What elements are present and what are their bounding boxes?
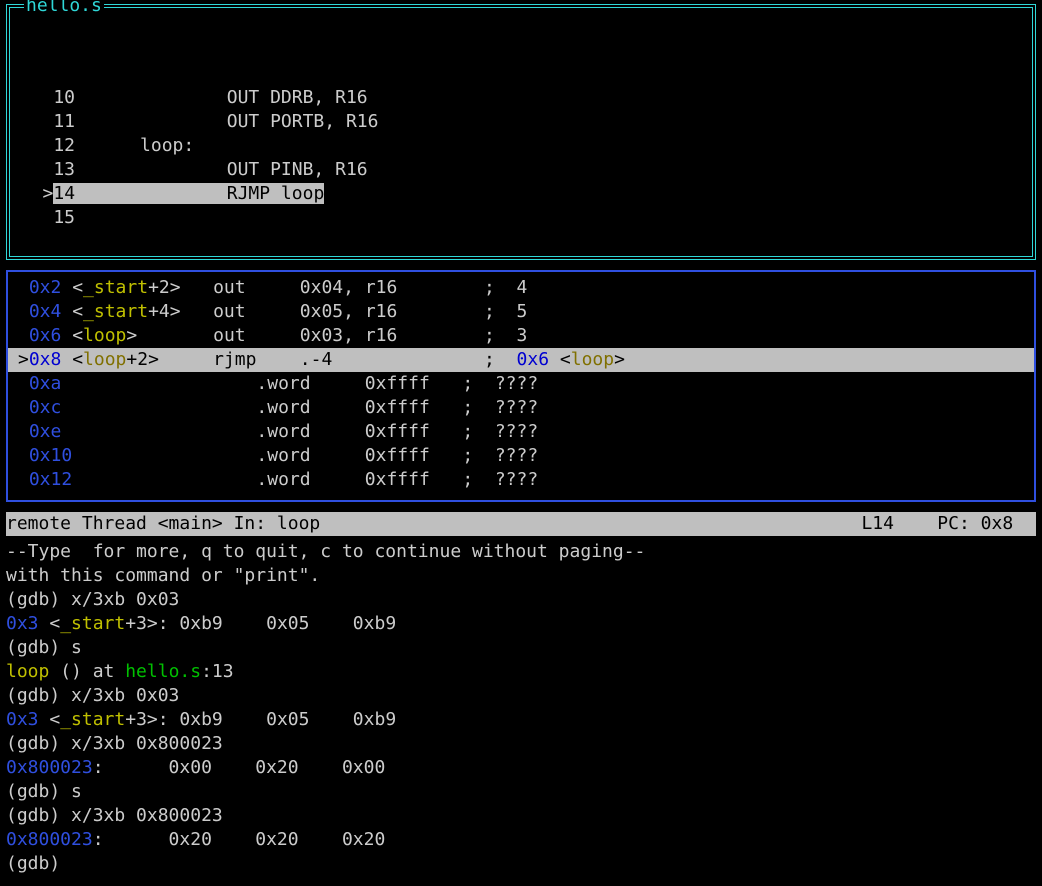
gdb-console[interactable]: --Type for more, q to quit, c to continu… [6, 540, 1036, 876]
source-line: 12 loop: [10, 134, 1032, 158]
disassembly-line: 0xa .word 0xffff ; ???? [8, 372, 1034, 396]
disassembly-panel: 0x2 <_start+2> out 0x04, r16 ; 4 0x4 <_s… [6, 270, 1036, 502]
console-line: 0x3 <_start+3>: 0xb9 0x05 0xb9 [6, 612, 1036, 636]
console-line: 0x800023: 0x20 0x20 0x20 [6, 828, 1036, 852]
source-lines: 10 OUT DDRB, R16 11 OUT PORTB, R16 12 lo… [10, 80, 1032, 230]
status-bar: remote Thread <main> In: loop L14 PC: 0x… [6, 512, 1036, 536]
status-right: L14 PC: 0x8 [861, 512, 1032, 536]
source-line: 11 OUT PORTB, R16 [10, 110, 1032, 134]
console-line: (gdb) s [6, 636, 1036, 660]
source-line: >14 RJMP loop [10, 182, 1032, 206]
source-line: 10 OUT DDRB, R16 [10, 86, 1032, 110]
console-line: (gdb) x/3xb 0x800023 [6, 804, 1036, 828]
disassembly-line: 0x6 <loop> out 0x03, r16 ; 3 [8, 324, 1034, 348]
disassembly-line: 0x12 .word 0xffff ; ???? [8, 468, 1034, 492]
console-line: 0x800023: 0x00 0x20 0x00 [6, 756, 1036, 780]
source-line: 15 [10, 206, 1032, 230]
console-line: 0x3 <_start+3>: 0xb9 0x05 0xb9 [6, 708, 1036, 732]
disassembly-line: >0x8 <loop+2> rjmp .-4 ; 0x6 <loop> [8, 348, 1034, 372]
disassembly-line: 0x10 .word 0xffff ; ???? [8, 444, 1034, 468]
disassembly-line: 0xc .word 0xffff ; ???? [8, 396, 1034, 420]
status-left: remote Thread <main> In: loop [6, 512, 861, 536]
console-line: (gdb) x/3xb 0x800023 [6, 732, 1036, 756]
disassembly-line: 0xe .word 0xffff ; ???? [8, 420, 1034, 444]
disassembly-line: 0x4 <_start+4> out 0x05, r16 ; 5 [8, 300, 1034, 324]
console-line: loop () at hello.s:13 [6, 660, 1036, 684]
console-line: (gdb) x/3xb 0x03 [6, 684, 1036, 708]
console-line: (gdb) x/3xb 0x03 [6, 588, 1036, 612]
console-line: --Type for more, q to quit, c to continu… [6, 540, 1036, 564]
console-line: (gdb) s [6, 780, 1036, 804]
source-title: hello.s [24, 0, 104, 18]
console-line: (gdb) [6, 852, 1036, 876]
console-line: with this command or "print". [6, 564, 1036, 588]
source-panel: hello.s 10 OUT DDRB, R16 11 OUT PORTB, R… [6, 4, 1036, 260]
disassembly-line: 0x2 <_start+2> out 0x04, r16 ; 4 [8, 276, 1034, 300]
source-line: 13 OUT PINB, R16 [10, 158, 1032, 182]
